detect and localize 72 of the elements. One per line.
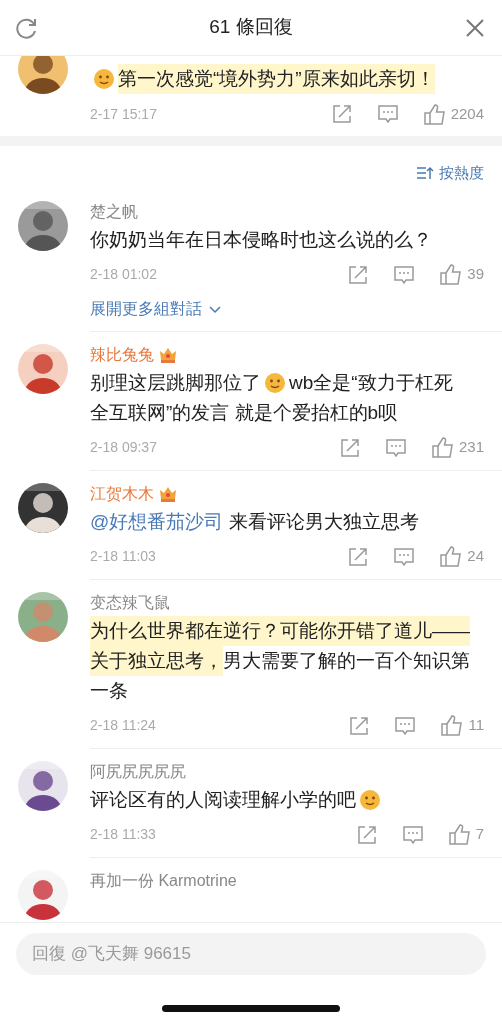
reply-field[interactable]: 回復 @飞天舞 96615 [16, 933, 486, 975]
timestamp: 2-18 09:37 [90, 438, 158, 457]
emoji-icon [264, 371, 286, 394]
like-button[interactable]: 2204 [422, 102, 484, 126]
comment-text: 你奶奶当年在日本侵略时也这么说的么？ [90, 227, 432, 252]
comment-text: wb全是“致力于杠死 [289, 370, 453, 395]
share-icon [348, 714, 371, 737]
username[interactable]: 辣比兔兔 [90, 343, 154, 366]
thumbs-up-icon [440, 714, 464, 737]
mention-link[interactable]: @好想番茄沙司 [90, 506, 224, 537]
highlighted-text: 关于独立思考， [90, 645, 223, 676]
username[interactable]: 再加一份 Karmotrine [90, 869, 237, 892]
like-button[interactable]: 39 [439, 263, 484, 286]
timestamp: 2-17 15:17 [90, 104, 158, 124]
timestamp: 2-18 01:02 [90, 265, 158, 284]
share-button[interactable] [348, 714, 371, 737]
share-icon [347, 545, 370, 568]
comment-text: 来看评论男大独立思考 [227, 509, 419, 534]
share-icon [347, 263, 370, 286]
thumbs-up-icon [439, 545, 463, 568]
username[interactable]: 江贺木木 [90, 482, 154, 505]
timestamp: 2-18 11:33 [90, 825, 157, 844]
expand-link[interactable]: 展開更多組對話 [90, 296, 222, 321]
like-button[interactable]: 231 [430, 436, 484, 459]
close-button[interactable] [464, 16, 486, 39]
thumbs-up-icon [447, 823, 471, 846]
comment-icon [393, 545, 416, 568]
thumbs-up-icon [422, 102, 446, 126]
share-icon [330, 103, 353, 125]
comment-text: 一条 [90, 678, 128, 703]
comment-button[interactable] [393, 545, 416, 568]
comment-button[interactable] [394, 714, 417, 737]
sort-icon [416, 165, 434, 182]
username[interactable]: 阿尻尻尻尻尻 [90, 760, 186, 783]
like-button[interactable]: 11 [440, 714, 484, 737]
share-button[interactable] [330, 103, 353, 125]
comment-text: 评论区有的人阅读理解小学的吧 [90, 787, 356, 812]
comment-button[interactable] [384, 436, 407, 459]
share-icon [355, 823, 378, 846]
comment-icon [393, 263, 416, 286]
refresh-button[interactable] [16, 16, 38, 39]
username[interactable]: 变态辣飞鼠 [90, 591, 170, 614]
comment-text: 男大需要了解的一百个知识第 [223, 648, 470, 673]
timestamp: 2-18 11:24 [90, 716, 157, 735]
comment-icon [376, 103, 399, 125]
share-button[interactable] [355, 823, 378, 846]
share-icon [338, 436, 361, 459]
timestamp: 2-18 11:03 [90, 547, 157, 566]
thumbs-up-icon [439, 263, 463, 286]
window-title: 61 條回復 [209, 15, 293, 40]
like-button[interactable]: 7 [447, 823, 484, 846]
comment-icon [384, 436, 407, 459]
highlighted-text: 为什么世界都在逆行？可能你开错了道儿—— [90, 615, 470, 646]
comment-button[interactable] [376, 103, 399, 125]
comment-icon [394, 714, 417, 737]
emoji-icon [93, 68, 115, 90]
comment-button[interactable] [393, 263, 416, 286]
comment-text: 全互联网”的发言 就是个爱抬杠的b呗 [90, 400, 398, 425]
sort-button[interactable]: 按熱度 [416, 162, 484, 185]
comment-icon [401, 823, 424, 846]
share-button[interactable] [338, 436, 361, 459]
comment-button[interactable] [401, 823, 424, 846]
like-button[interactable]: 24 [439, 545, 484, 568]
refresh-icon [16, 16, 38, 39]
username[interactable]: 楚之帆 [90, 200, 138, 223]
share-button[interactable] [347, 545, 370, 568]
share-button[interactable] [347, 263, 370, 286]
close-icon [464, 16, 486, 39]
emoji-icon [359, 788, 381, 811]
highlighted-text: 第一次感觉“境外势力”原来如此亲切！ [118, 64, 435, 94]
thumbs-up-icon [430, 436, 454, 459]
comment-text: 别理这层跳脚那位了 [90, 370, 261, 395]
